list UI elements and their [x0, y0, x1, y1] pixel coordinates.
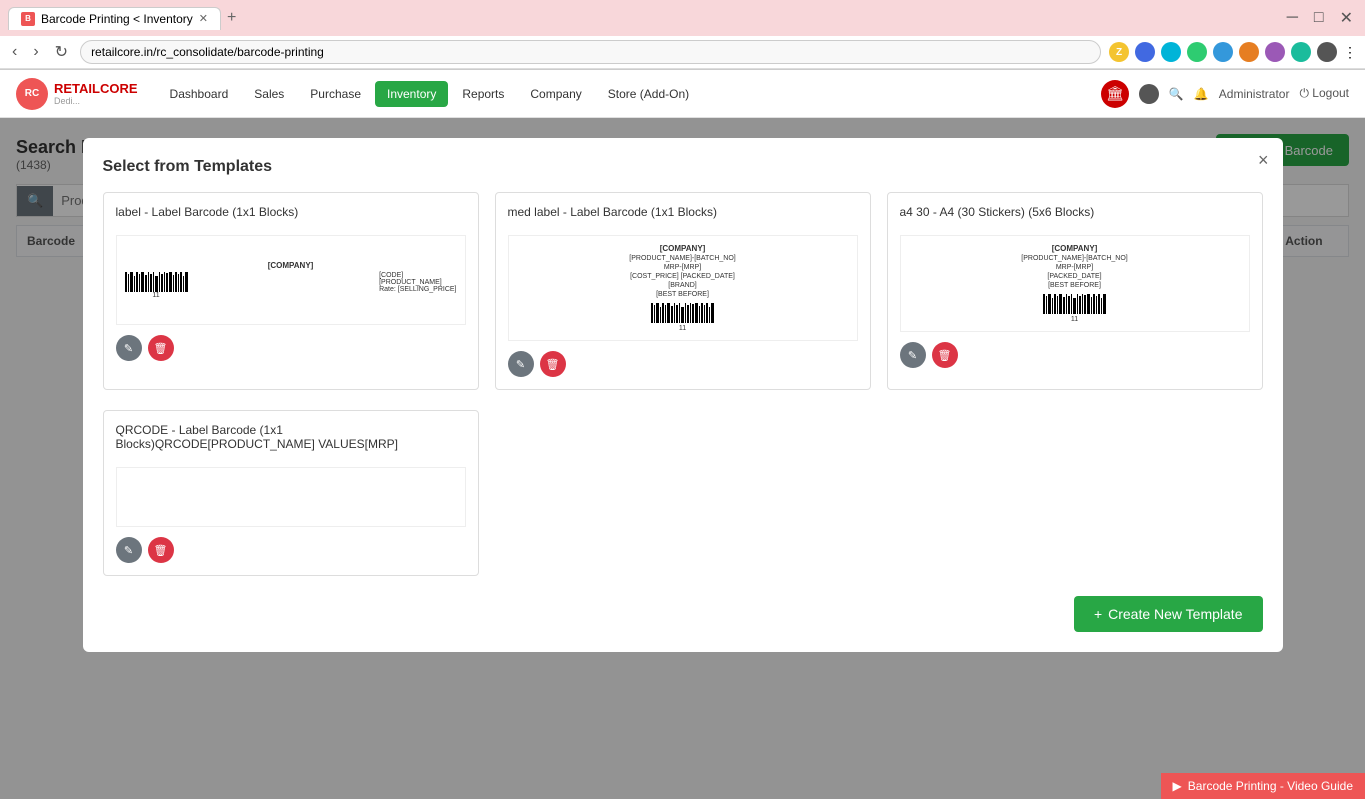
template-name-med-label: med label - Label Barcode (1x1 Blocks) [508, 205, 858, 219]
template-grid: label - Label Barcode (1x1 Blocks) [COMP… [103, 192, 1263, 390]
template-empty-3 [887, 410, 1263, 576]
delete-template-a4-30-button[interactable]: 🗑 [932, 342, 958, 368]
modal-footer: + Create New Template [103, 596, 1263, 632]
video-guide-badge[interactable]: ▶ Barcode Printing - Video Guide [1161, 773, 1365, 799]
app-header: RC RETAILCORE Dedi... Dashboard Sales Pu… [0, 70, 1365, 118]
play-icon: ▶ [1173, 779, 1182, 793]
nav-inventory[interactable]: Inventory [375, 81, 448, 107]
forward-button[interactable]: › [29, 41, 42, 63]
delete-template-label-button[interactable]: 🗑 [148, 335, 174, 361]
modal-overlay: Select from Templates × label - Label Ba… [0, 118, 1365, 799]
tab-close-button[interactable]: ✕ [199, 12, 208, 25]
ext-icon-7 [1265, 42, 1285, 62]
delete-template-med-label-button[interactable]: 🗑 [540, 351, 566, 377]
edit-template-qrcode-button[interactable]: ✎ [116, 537, 142, 563]
template-preview-a4-30: [COMPANY] [PRODUCT_NAME]-[BATCH_NO] MRP-… [900, 235, 1250, 332]
ext-icon-2 [1135, 42, 1155, 62]
edit-template-med-label-button[interactable]: ✎ [508, 351, 534, 377]
ext-icon-3 [1161, 42, 1181, 62]
notification-icon[interactable]: 🔔 [1194, 87, 1209, 101]
nav-purchase[interactable]: Purchase [298, 81, 373, 107]
menu-dots[interactable]: ⋮ [1343, 44, 1357, 61]
delete-template-qrcode-button[interactable]: 🗑 [148, 537, 174, 563]
app-right-header: 🏛 🔍 🔔 Administrator ⏻ Logout [1101, 80, 1349, 108]
address-bar[interactable] [80, 40, 1101, 64]
ext-icon-8 [1291, 42, 1311, 62]
refresh-button[interactable]: ↻ [51, 40, 72, 64]
template-actions-qrcode: ✎ 🗑 [116, 537, 466, 563]
app-logo: RC RETAILCORE Dedi... [16, 78, 138, 110]
logout-button[interactable]: ⏻ Logout [1299, 86, 1349, 101]
minimize-button[interactable]: ─ [1283, 6, 1302, 30]
template-card-qrcode: QRCODE - Label Barcode (1x1 Blocks)QRCOD… [103, 410, 479, 576]
create-new-template-button[interactable]: + Create New Template [1074, 596, 1263, 632]
nav-sales[interactable]: Sales [242, 81, 296, 107]
ext-icon-5 [1213, 42, 1233, 62]
video-guide-label: Barcode Printing - Video Guide [1188, 779, 1353, 793]
template-grid-bottom: QRCODE - Label Barcode (1x1 Blocks)QRCOD… [103, 410, 1263, 576]
tab-favicon: B [21, 12, 35, 26]
template-card-med-label: med label - Label Barcode (1x1 Blocks) [… [495, 192, 871, 390]
brand-icon: 🏛 [1101, 80, 1129, 108]
youtube-icon [1139, 84, 1159, 104]
nav-dashboard[interactable]: Dashboard [158, 81, 241, 107]
template-preview-med-label: [COMPANY] [PRODUCT_NAME]-[BATCH_NO] MRP-… [508, 235, 858, 341]
template-preview-label: [COMPANY] 11 [CODE] [PRO [116, 235, 466, 325]
template-empty-2 [495, 410, 871, 576]
nav-reports[interactable]: Reports [450, 81, 516, 107]
template-actions-a4-30: ✎ 🗑 [900, 342, 1250, 368]
template-card-a4-30: a4 30 - A4 (30 Stickers) (5x6 Blocks) [C… [887, 192, 1263, 390]
template-preview-qrcode [116, 467, 466, 527]
close-window-button[interactable]: ✕ [1336, 6, 1357, 30]
browser-tab[interactable]: B Barcode Printing < Inventory ✕ [8, 7, 221, 30]
ext-icon-9 [1317, 42, 1337, 62]
logo-icon: RC [16, 78, 48, 110]
template-name-qrcode: QRCODE - Label Barcode (1x1 Blocks)QRCOD… [116, 423, 466, 451]
logo-text: RETAILCORE [54, 81, 138, 96]
plus-icon: + [1094, 606, 1102, 622]
edit-template-label-button[interactable]: ✎ [116, 335, 142, 361]
nav-store[interactable]: Store (Add-On) [596, 81, 701, 107]
app-nav: Dashboard Sales Purchase Inventory Repor… [158, 81, 702, 107]
ext-icon-4 [1187, 42, 1207, 62]
new-tab-button[interactable]: + [227, 9, 236, 27]
tab-title-text: Barcode Printing < Inventory [41, 12, 193, 26]
back-button[interactable]: ‹ [8, 41, 21, 63]
template-actions-label: ✎ 🗑 [116, 335, 466, 361]
browser-extension-icons: Z ⋮ [1109, 42, 1357, 62]
ext-icon-1: Z [1109, 42, 1129, 62]
page-background: Search Result (1438) Total Print Qty: 17… [0, 118, 1365, 799]
modal-title: Select from Templates [103, 158, 1263, 176]
nav-company[interactable]: Company [518, 81, 593, 107]
template-name-label: label - Label Barcode (1x1 Blocks) [116, 205, 466, 219]
ext-icon-6 [1239, 42, 1259, 62]
template-name-a4-30: a4 30 - A4 (30 Stickers) (5x6 Blocks) [900, 205, 1250, 219]
search-icon[interactable]: 🔍 [1169, 87, 1184, 101]
template-actions-med-label: ✎ 🗑 [508, 351, 858, 377]
maximize-button[interactable]: □ [1310, 6, 1328, 30]
admin-label: Administrator [1219, 87, 1290, 101]
modal-close-button[interactable]: × [1258, 150, 1269, 171]
template-card-label: label - Label Barcode (1x1 Blocks) [COMP… [103, 192, 479, 390]
logo-sub: Dedi... [54, 96, 138, 106]
template-modal: Select from Templates × label - Label Ba… [83, 138, 1283, 652]
edit-template-a4-30-button[interactable]: ✎ [900, 342, 926, 368]
